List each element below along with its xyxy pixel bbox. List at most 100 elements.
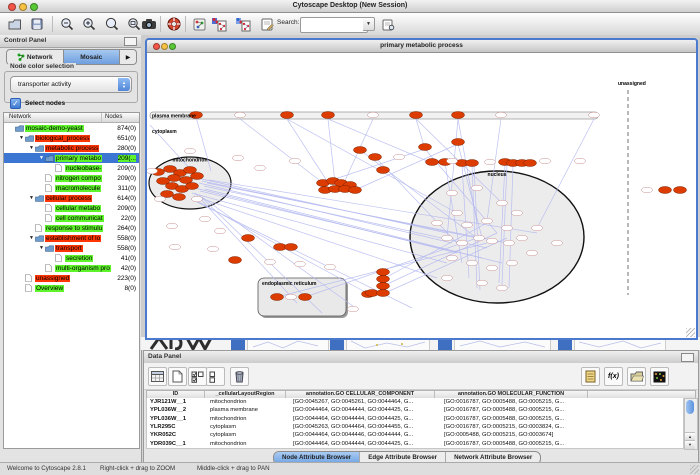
expand-arrow-icon[interactable]: ▼ bbox=[28, 145, 35, 151]
zoom-window-icon[interactable] bbox=[30, 3, 38, 11]
network-node[interactable] bbox=[394, 154, 405, 160]
network-node[interactable] bbox=[170, 244, 181, 250]
network-node[interactable] bbox=[552, 240, 563, 246]
tree-row[interactable]: ▼primary metabo209(... bbox=[4, 153, 139, 163]
import-attributes-folder-icon[interactable] bbox=[627, 367, 646, 386]
network-node[interactable] bbox=[642, 187, 653, 193]
network-node[interactable] bbox=[369, 154, 382, 161]
tree-row[interactable]: macromolecule311(0) bbox=[4, 183, 139, 193]
network-node[interactable] bbox=[507, 260, 518, 266]
configure-search-icon[interactable] bbox=[379, 15, 397, 33]
network-node[interactable] bbox=[497, 200, 508, 206]
select-nodes-checkbox[interactable]: ✓ bbox=[10, 98, 21, 109]
attribute-table-icon[interactable] bbox=[148, 367, 167, 386]
network-node[interactable] bbox=[442, 235, 453, 241]
network-node[interactable] bbox=[349, 187, 362, 194]
tree-column-divider[interactable] bbox=[101, 113, 102, 122]
matrix-heatmap-icon[interactable] bbox=[650, 367, 669, 386]
network-node[interactable] bbox=[186, 183, 199, 190]
network-node[interactable] bbox=[255, 165, 266, 171]
network-node[interactable] bbox=[477, 280, 488, 286]
vizmapper-node-icon[interactable] bbox=[210, 15, 228, 33]
tree-row[interactable]: nucleobase-209(0) bbox=[4, 163, 139, 173]
network-node[interactable] bbox=[173, 194, 186, 201]
close-window-icon[interactable] bbox=[8, 3, 16, 11]
save-icon[interactable] bbox=[28, 15, 46, 33]
network-node[interactable] bbox=[659, 187, 672, 194]
network-node[interactable] bbox=[377, 283, 390, 290]
table-row[interactable]: YPL036W__2plasma membrane[GO:0044464, GO… bbox=[147, 406, 683, 414]
network-node[interactable] bbox=[432, 220, 443, 226]
network-node[interactable] bbox=[354, 147, 367, 154]
tree-row[interactable]: response to stimulu264(0) bbox=[4, 223, 139, 233]
snapshot-camera-icon[interactable] bbox=[140, 15, 158, 33]
network-node[interactable] bbox=[575, 158, 586, 164]
open-icon[interactable] bbox=[6, 15, 24, 33]
tab-overflow-arrow[interactable]: ▶ bbox=[120, 50, 136, 64]
network-node[interactable] bbox=[265, 259, 276, 265]
network-node[interactable] bbox=[482, 218, 493, 224]
network-node[interactable] bbox=[589, 112, 600, 118]
delete-attribute-trash-icon[interactable] bbox=[230, 367, 249, 386]
table-row[interactable]: YPL036W__1mitochondrion[GO:0044464, GO:0… bbox=[147, 415, 683, 423]
network-node[interactable] bbox=[540, 158, 551, 164]
network-node[interactable] bbox=[235, 112, 246, 118]
float-panel-icon[interactable] bbox=[681, 353, 694, 362]
network-node[interactable] bbox=[185, 148, 196, 154]
network-node[interactable] bbox=[167, 223, 178, 229]
network-node[interactable] bbox=[377, 276, 390, 283]
network-node[interactable] bbox=[322, 112, 335, 119]
tree-row[interactable]: ▼transport558(0) bbox=[4, 243, 139, 253]
layout-icon[interactable] bbox=[190, 15, 208, 33]
table-row[interactable]: YKR052Ccytoplasm[GO:0044464, GO:0044446,… bbox=[147, 431, 683, 439]
tree-row[interactable]: ▼metabolic process280(0) bbox=[4, 143, 139, 153]
help-lifering-icon[interactable] bbox=[165, 15, 183, 33]
tree-row[interactable]: multi-organism pro42(0) bbox=[4, 263, 139, 273]
table-row[interactable]: YJR121W__1mitochondrion[GO:0045267, GO:0… bbox=[147, 398, 683, 406]
vizmapper-edge-icon[interactable] bbox=[234, 15, 252, 33]
network-node[interactable] bbox=[377, 290, 390, 297]
tree-row[interactable]: mosaic-demo-yeast874(0) bbox=[4, 123, 139, 133]
tree-row[interactable]: secretion41(0) bbox=[4, 253, 139, 263]
network-node[interactable] bbox=[299, 294, 312, 301]
network-node[interactable] bbox=[242, 235, 255, 242]
network-node[interactable] bbox=[457, 240, 468, 246]
network-node[interactable] bbox=[286, 294, 297, 300]
network-node[interactable] bbox=[348, 306, 359, 312]
tree-row[interactable]: nitrogen compo209(0) bbox=[4, 173, 139, 183]
network-node[interactable] bbox=[368, 112, 379, 118]
network-node[interactable] bbox=[447, 158, 458, 164]
network-node[interactable] bbox=[447, 190, 458, 196]
search-dropdown-arrow[interactable]: ▼ bbox=[363, 17, 375, 31]
network-node[interactable] bbox=[452, 139, 465, 146]
tree-row[interactable]: cellular metabo209(0) bbox=[4, 203, 139, 213]
network-node[interactable] bbox=[487, 238, 498, 244]
network-node[interactable] bbox=[215, 228, 226, 234]
new-attribute-icon[interactable] bbox=[168, 367, 187, 386]
network-node[interactable] bbox=[487, 265, 498, 271]
network-node[interactable] bbox=[377, 269, 390, 276]
network-node[interactable] bbox=[452, 112, 465, 119]
network-node[interactable] bbox=[229, 257, 242, 264]
tab-mosaic[interactable]: Mosaic bbox=[63, 50, 121, 64]
tab-network[interactable]: Network bbox=[7, 50, 63, 64]
zoom-out-icon[interactable] bbox=[58, 15, 76, 33]
network-node[interactable] bbox=[281, 112, 294, 119]
network-node[interactable] bbox=[504, 240, 515, 246]
network-node[interactable] bbox=[466, 160, 479, 167]
tree-row[interactable]: ▼cellular process614(0) bbox=[4, 193, 139, 203]
node-color-dropdown[interactable]: transporter activity ▲▼ bbox=[10, 76, 132, 93]
network-node[interactable] bbox=[496, 112, 507, 118]
unselect-attributes-icon[interactable] bbox=[206, 367, 225, 386]
network-node[interactable] bbox=[502, 225, 513, 231]
network-node[interactable] bbox=[517, 235, 528, 241]
network-node[interactable] bbox=[271, 294, 284, 301]
network-node[interactable] bbox=[200, 216, 211, 222]
network-node[interactable] bbox=[419, 144, 432, 151]
network-node[interactable] bbox=[512, 210, 523, 216]
network-node[interactable] bbox=[532, 225, 543, 231]
table-scrollbar[interactable]: ▲ ▼ bbox=[684, 398, 698, 450]
network-node[interactable] bbox=[290, 158, 301, 164]
network-node[interactable] bbox=[191, 173, 204, 180]
app-resize-grip[interactable] bbox=[690, 465, 699, 474]
